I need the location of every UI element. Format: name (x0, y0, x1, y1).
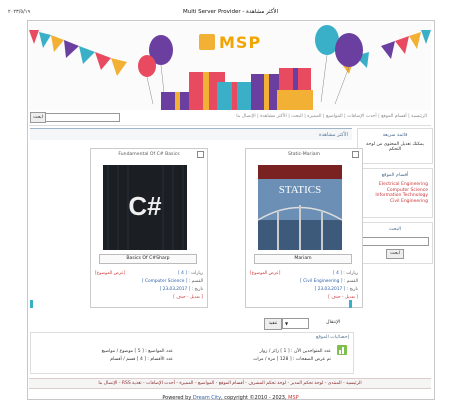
category-link[interactable]: Civil Engineering (358, 199, 428, 205)
card-date: تاريخ : [ 2017ـ03ـ23 ] (314, 287, 358, 292)
stats-icon (337, 345, 347, 355)
card-title: Fundamental Of C# Basics (118, 152, 180, 157)
search-input[interactable] (45, 113, 120, 122)
page-title: Multi Server Provider - الأكثر مشاهدة (182, 9, 279, 15)
card-title: Static-Mariam (287, 152, 321, 157)
stat-categories: عدد الأقسام : [ 4 ] قسم / أقسام (110, 357, 173, 362)
banner: MSP (29, 22, 431, 110)
site-logo[interactable]: MSP (199, 32, 262, 54)
card-actions[interactable]: [ تعديل - حذف ] (250, 295, 358, 300)
book-cover-csharp[interactable]: C# (103, 165, 187, 250)
stats-title: إحصائيات الموقع (315, 335, 349, 340)
card-view-link[interactable]: [عرض الموضوع] (250, 271, 358, 276)
card-category[interactable]: القسم : [ Civil Engineering ] (250, 279, 358, 284)
card-actions[interactable]: [ تعديل - حذف ] (95, 295, 203, 300)
card-date: تاريخ : [ 2017ـ03ـ23 ] (159, 287, 203, 292)
footer-nav[interactable]: الرئيسية - المنتدى - لوحة تحكم المدير - … (29, 378, 431, 389)
jump-label: الإنتقال (326, 320, 341, 325)
stat-online: عدد المتواجدين الآن : [ 1 ] زائر / زوار (259, 349, 331, 354)
main-heading-bar: الأكثر مشاهدة (30, 128, 352, 140)
card-view-link[interactable]: [عرض الموضوع] (95, 271, 203, 276)
logo-mark (199, 34, 215, 50)
sidebar-search-box: البحث ابحث (357, 222, 433, 264)
nav-divider (29, 125, 431, 126)
cover-word: STATICS (279, 184, 322, 196)
sidebar-search-input[interactable] (361, 237, 429, 246)
topic-card: Static-Mariam STATICS Mariam زيارات : [ … (245, 148, 363, 308)
logo-text: MSP (219, 33, 262, 52)
stat-topics: عدد المواضيع : [ 5 ] موضوع / مواضيع (101, 349, 173, 354)
dreamcity-link[interactable]: Dream City (193, 395, 221, 401)
sidebar-categories-box: أقسام الموقع Electrical Engineering Comp… (357, 168, 433, 218)
scroll-left-marker[interactable] (30, 300, 33, 308)
stats-box: إحصائيات الموقع عدد المتواجدين الآن : [ … (30, 332, 354, 374)
card-category[interactable]: القسم : [ Computer Science ] (95, 279, 203, 284)
jump-select[interactable]: ▼ (282, 318, 309, 329)
book-name[interactable]: Basics Of C#Sharp (99, 254, 197, 264)
scroll-right-marker[interactable] (349, 300, 352, 308)
nav-links[interactable]: الرئيسية | أقسام الموقع | أحدث الإضافات … (236, 114, 427, 119)
book-name[interactable]: Mariam (254, 254, 352, 264)
chevron-down-icon: ▼ (285, 321, 289, 326)
search-button[interactable]: ابحث (30, 112, 46, 123)
main-heading: الأكثر مشاهدة (318, 132, 348, 138)
sidebar-search-title: البحث (388, 227, 402, 232)
topic-card: Fundamental Of C# Basics C# Basics Of C#… (90, 148, 208, 308)
sidebar-search-button[interactable]: ابحث (386, 249, 404, 259)
go-button[interactable]: تنفيذ (264, 318, 282, 330)
sidebar-quick-box: قائمة سريعة يمكنك تعديل المحتوى من لوحة … (357, 128, 433, 164)
quick-box-text: يمكنك تعديل المحتوى من لوحة التحكم (366, 142, 424, 152)
quick-box-title: قائمة سريعة (382, 133, 408, 138)
powered-by: Powered by Dream City, copyright ©2010 -… (162, 395, 299, 401)
categories-title: أقسام الموقع (381, 173, 409, 178)
book-cover-statics[interactable]: STATICS (258, 165, 342, 250)
msp-link[interactable]: MSP (288, 395, 299, 401)
stat-pageviews: تم عرض الصفحات : [ 128 ] مرة / مرات (253, 357, 331, 362)
cover-word: C# (128, 191, 162, 221)
categories-list: Electrical Engineering Computer Science … (358, 178, 432, 204)
